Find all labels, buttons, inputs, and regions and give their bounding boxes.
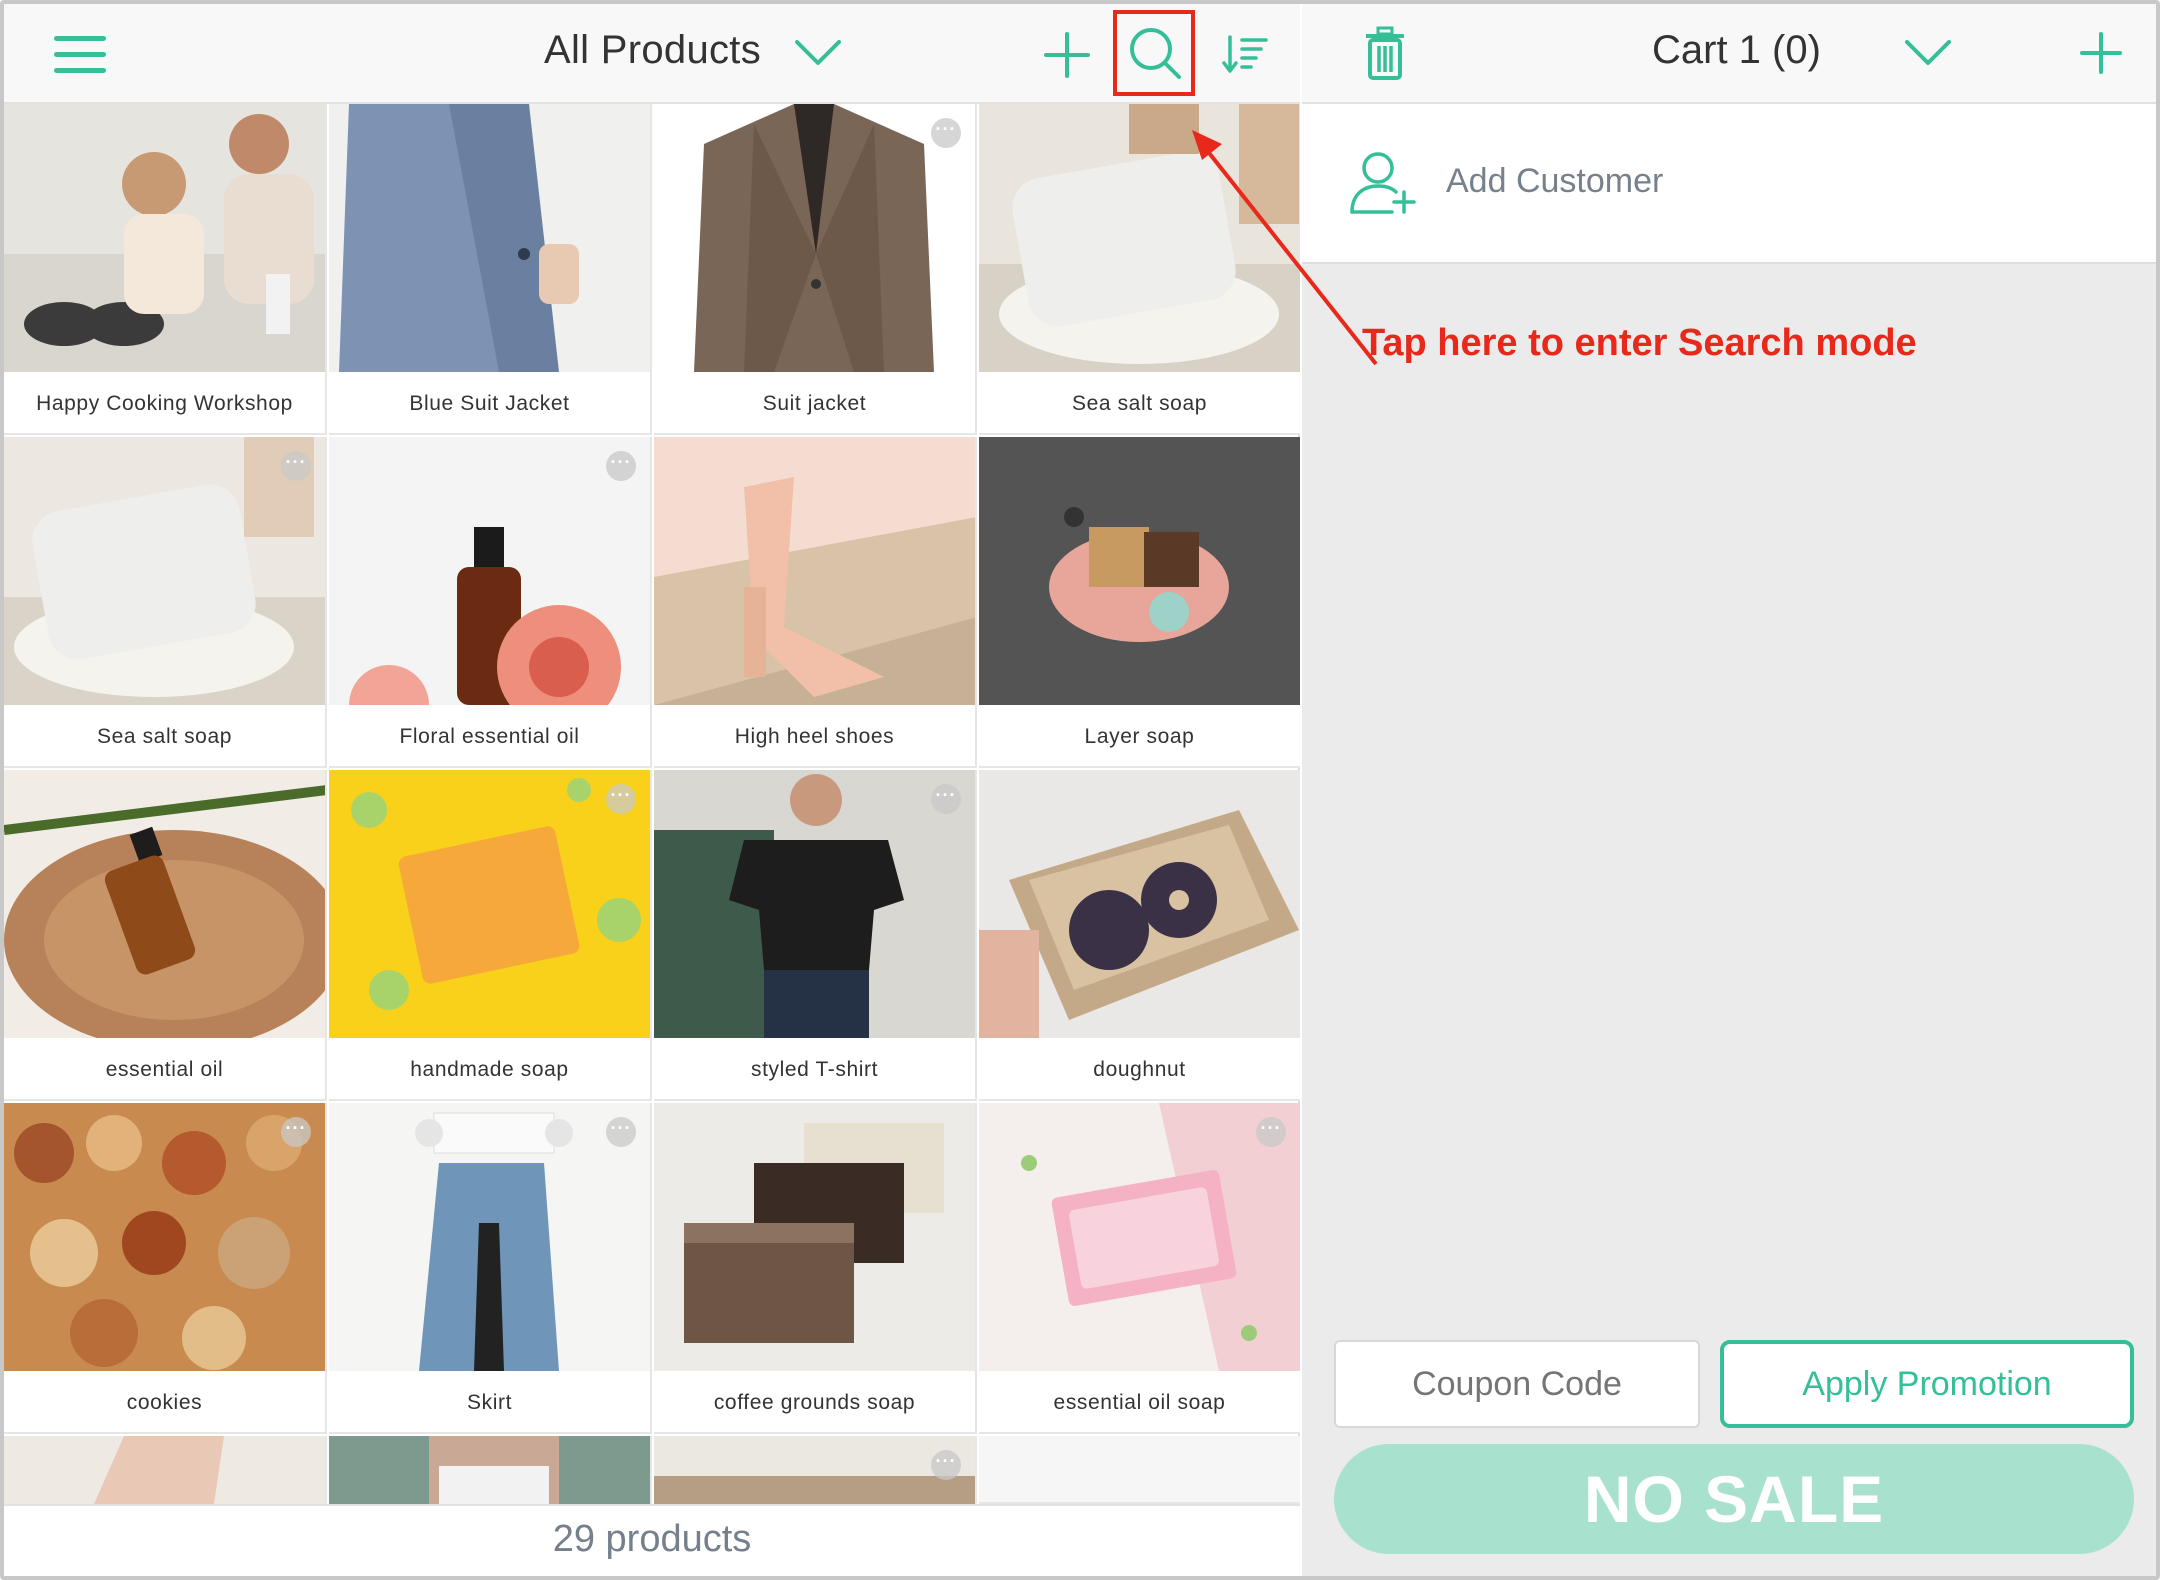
chevron-down-icon[interactable] — [1904, 38, 1952, 68]
products-footer: 29 products — [4, 1504, 1300, 1576]
product-tile[interactable]: doughnut — [979, 770, 1300, 1101]
product-image — [4, 770, 325, 1038]
add-product-icon[interactable] — [1044, 32, 1090, 78]
cart-panel: Cart 1 (0) Add Customer Apply Promotion … — [1302, 4, 2156, 1576]
more-options-icon[interactable]: ··· — [931, 118, 961, 148]
sort-icon[interactable] — [1222, 34, 1268, 74]
add-customer-label: Add Customer — [1446, 162, 1664, 200]
product-name: Blue Suit Jacket — [409, 392, 570, 415]
products-header: All Products — [4, 4, 1300, 104]
category-title[interactable]: All Products — [544, 28, 761, 73]
more-options-icon[interactable]: ··· — [281, 451, 311, 481]
annotation-text: Tap here to enter Search mode — [1362, 322, 1917, 364]
product-tile[interactable]: essential oil — [4, 770, 327, 1101]
product-image — [979, 770, 1300, 1038]
product-image: ··· — [329, 437, 650, 705]
product-image — [4, 104, 325, 372]
product-name: Floral essential oil — [399, 725, 580, 748]
more-options-icon[interactable]: ··· — [606, 1117, 636, 1147]
product-tile[interactable]: Layer soap — [979, 437, 1300, 768]
products-panel: All Products Happy Cooking Workshop Blue… — [4, 4, 1300, 1576]
product-tile[interactable]: ··· Sea salt soap — [4, 437, 327, 768]
more-options-icon[interactable]: ··· — [1256, 1117, 1286, 1147]
product-tile[interactable]: ··· Floral essential oil — [329, 437, 652, 768]
product-name: essential oil — [105, 1058, 224, 1081]
product-image — [329, 1436, 650, 1504]
product-tile[interactable]: ··· Skirt — [329, 1103, 652, 1434]
product-image: ··· — [4, 437, 325, 705]
product-name: essential oil soap — [1053, 1391, 1226, 1414]
product-name: High heel shoes — [734, 725, 895, 748]
hamburger-icon[interactable] — [54, 34, 106, 74]
product-tile[interactable]: ··· handmade soap — [329, 770, 652, 1101]
more-options-icon[interactable]: ··· — [281, 1117, 311, 1147]
no-sale-button[interactable]: NO SALE — [1334, 1444, 2134, 1554]
add-customer-row[interactable]: Add Customer — [1302, 104, 2156, 264]
product-name: Sea salt soap — [1071, 392, 1208, 415]
product-image — [979, 437, 1300, 705]
product-image — [4, 1436, 325, 1504]
product-tile[interactable]: coffee grounds soap — [654, 1103, 977, 1434]
product-tile[interactable]: ··· essential oil soap — [979, 1103, 1300, 1434]
product-tile[interactable]: High heel shoes — [654, 437, 977, 768]
product-image: ··· — [979, 1103, 1300, 1371]
app-window: All Products Happy Cooking Workshop Blue… — [0, 0, 2160, 1580]
add-cart-icon[interactable] — [2080, 32, 2122, 74]
product-name: doughnut — [1093, 1058, 1186, 1081]
product-name: Skirt — [467, 1391, 512, 1414]
more-options-icon[interactable]: ··· — [606, 784, 636, 814]
more-options-icon[interactable]: ··· — [606, 451, 636, 481]
product-image: ··· — [329, 1103, 650, 1371]
product-name: cookies — [126, 1391, 203, 1414]
product-grid: Happy Cooking Workshop Blue Suit Jacket … — [4, 104, 1300, 1504]
coupon-code-input[interactable] — [1334, 1340, 1700, 1428]
product-name: styled T-shirt — [750, 1058, 879, 1081]
product-tile[interactable]: ··· styled T-shirt — [654, 770, 977, 1101]
product-tile[interactable] — [4, 1436, 327, 1504]
product-image — [654, 437, 975, 705]
product-image: ··· — [654, 770, 975, 1038]
product-name: Sea salt soap — [96, 725, 233, 748]
cart-title[interactable]: Cart 1 (0) — [1652, 28, 1821, 73]
product-name: Layer soap — [1084, 725, 1195, 748]
product-image: ··· — [4, 1103, 325, 1371]
product-image: ··· — [654, 1436, 975, 1504]
apply-promotion-button[interactable]: Apply Promotion — [1720, 1340, 2134, 1428]
product-tile[interactable]: Happy Cooking Workshop — [4, 104, 327, 435]
product-tile[interactable]: Blue Suit Jacket — [329, 104, 652, 435]
product-tile[interactable] — [329, 1436, 652, 1504]
product-image: ··· — [329, 770, 650, 1038]
product-tile[interactable]: ··· Suit jacket — [654, 104, 977, 435]
product-image: ··· — [654, 104, 975, 372]
product-image — [329, 104, 650, 372]
more-options-icon[interactable]: ··· — [931, 1450, 961, 1480]
product-image — [654, 1103, 975, 1371]
product-name: handmade soap — [410, 1058, 569, 1081]
more-options-icon[interactable]: ··· — [931, 784, 961, 814]
product-tile[interactable]: ··· cookies — [4, 1103, 327, 1434]
product-count: 29 products — [552, 1518, 752, 1560]
search-icon[interactable] — [1128, 26, 1182, 80]
product-tile[interactable]: ··· — [654, 1436, 977, 1504]
product-name: Happy Cooking Workshop — [36, 392, 293, 415]
chevron-down-icon[interactable] — [794, 38, 842, 68]
trash-icon[interactable] — [1362, 26, 1408, 80]
annotation-arrow — [1192, 130, 1378, 366]
cart-header: Cart 1 (0) — [1302, 4, 2156, 104]
product-name: Suit jacket — [762, 392, 867, 415]
product-tile[interactable] — [979, 1436, 1300, 1504]
product-name: coffee grounds soap — [713, 1391, 916, 1414]
